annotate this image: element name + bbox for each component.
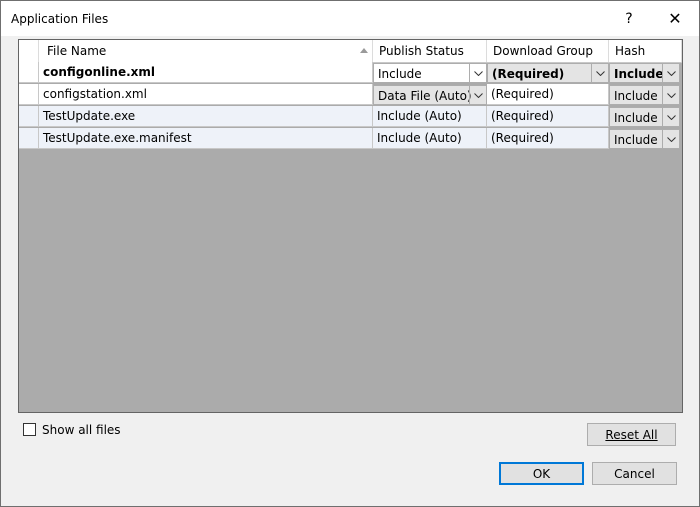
chevron-down-icon xyxy=(591,64,608,82)
chevron-down-icon xyxy=(469,86,486,104)
column-header-label: Hash xyxy=(615,44,646,58)
download-group-dropdown[interactable]: (Required) xyxy=(487,63,609,83)
row-header[interactable] xyxy=(19,128,39,149)
column-header-label: Download Group xyxy=(493,44,593,58)
help-button[interactable]: ? xyxy=(609,1,649,36)
publish-status-dropdown[interactable]: Include xyxy=(373,63,487,83)
download-group-cell[interactable]: (Required) xyxy=(487,128,609,149)
close-icon: ✕ xyxy=(668,9,682,28)
dropdown-value: Include xyxy=(614,67,664,81)
sort-ascending-icon xyxy=(360,48,368,53)
dropdown-value: Include xyxy=(378,67,422,81)
table-row[interactable]: configstation.xml Data File (Auto) (Requ… xyxy=(19,84,682,106)
row-header[interactable] xyxy=(19,62,39,83)
dropdown-value: Data File (Auto) xyxy=(378,89,472,103)
dropdown-value: Include xyxy=(614,111,658,125)
files-grid[interactable]: File Name Publish Status Download Group … xyxy=(18,39,683,413)
hash-dropdown[interactable]: Include xyxy=(609,63,680,83)
title-bar: Application Files ? ✕ xyxy=(1,1,699,36)
row-header-corner xyxy=(19,40,39,62)
cancel-button[interactable]: Cancel xyxy=(592,462,677,485)
column-header-publish-status[interactable]: Publish Status xyxy=(373,40,487,62)
file-name-cell[interactable]: configonline.xml xyxy=(39,62,373,83)
hash-dropdown[interactable]: Include xyxy=(609,129,680,149)
table-row[interactable]: configonline.xml Include (Required) Incl… xyxy=(19,62,682,84)
chevron-down-icon xyxy=(662,108,679,126)
publish-status-cell[interactable]: Include (Auto) xyxy=(373,128,487,149)
show-all-files-checkbox[interactable] xyxy=(23,423,36,436)
cancel-label: Cancel xyxy=(614,466,655,481)
download-group-cell[interactable]: (Required) xyxy=(487,84,609,105)
dialog-title: Application Files xyxy=(11,12,109,26)
reset-all-label: Reset All xyxy=(605,427,658,442)
application-files-dialog: Application Files ? ✕ File Name Publish … xyxy=(0,0,700,507)
chevron-down-icon xyxy=(662,130,679,148)
file-name-cell[interactable]: configstation.xml xyxy=(39,84,373,105)
column-header-download-group[interactable]: Download Group xyxy=(487,40,609,62)
column-header-file-name[interactable]: File Name xyxy=(39,40,373,62)
chevron-down-icon xyxy=(662,64,679,82)
publish-status-dropdown[interactable]: Data File (Auto) xyxy=(373,85,487,105)
help-icon: ? xyxy=(625,10,633,27)
file-name-cell[interactable]: TestUpdate.exe xyxy=(39,106,373,127)
table-row[interactable]: TestUpdate.exe Include (Auto) (Required)… xyxy=(19,106,682,128)
dropdown-value: Include xyxy=(614,133,658,147)
hash-dropdown[interactable]: Include xyxy=(609,85,680,105)
column-header-hash[interactable]: Hash xyxy=(609,40,682,62)
table-row[interactable]: TestUpdate.exe.manifest Include (Auto) (… xyxy=(19,128,682,150)
column-header-label: Publish Status xyxy=(379,44,464,58)
download-group-cell[interactable]: (Required) xyxy=(487,106,609,127)
row-header[interactable] xyxy=(19,106,39,127)
ok-button[interactable]: OK xyxy=(499,462,584,485)
reset-all-button[interactable]: Reset All xyxy=(587,423,676,446)
dropdown-value: Include xyxy=(614,89,658,103)
chevron-down-icon xyxy=(662,86,679,104)
hash-dropdown[interactable]: Include xyxy=(609,107,680,127)
close-button[interactable]: ✕ xyxy=(655,1,695,36)
show-all-files-label[interactable]: Show all files xyxy=(42,423,121,437)
chevron-down-icon xyxy=(469,64,486,82)
column-header-label: File Name xyxy=(47,44,107,58)
file-name-cell[interactable]: TestUpdate.exe.manifest xyxy=(39,128,373,149)
grid-header: File Name Publish Status Download Group … xyxy=(19,40,682,63)
row-header[interactable] xyxy=(19,84,39,105)
ok-label: OK xyxy=(532,466,551,481)
publish-status-cell[interactable]: Include (Auto) xyxy=(373,106,487,127)
dropdown-value: (Required) xyxy=(492,67,565,81)
